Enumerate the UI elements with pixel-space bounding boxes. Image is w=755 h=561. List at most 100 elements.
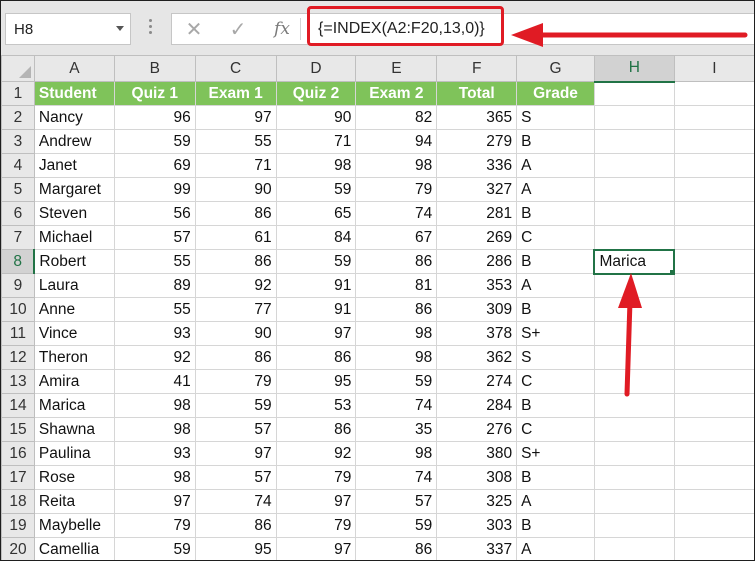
cell[interactable]: C bbox=[516, 417, 595, 442]
cell[interactable]: 59 bbox=[113, 129, 196, 154]
cell[interactable]: B bbox=[516, 129, 595, 154]
cell[interactable]: 71 bbox=[194, 153, 277, 178]
cell[interactable]: C bbox=[516, 369, 595, 394]
cell[interactable] bbox=[593, 129, 675, 154]
cell[interactable] bbox=[593, 321, 675, 346]
cell[interactable]: S+ bbox=[516, 441, 595, 466]
cell[interactable]: 81 bbox=[355, 273, 438, 298]
cell[interactable]: 67 bbox=[355, 225, 438, 250]
cell[interactable]: 337 bbox=[436, 537, 518, 560]
cell[interactable]: 86 bbox=[275, 417, 357, 442]
cell[interactable]: Anne bbox=[33, 297, 115, 322]
cell[interactable] bbox=[673, 393, 754, 418]
cell[interactable]: Vince bbox=[33, 321, 115, 346]
cell[interactable]: 96 bbox=[113, 105, 196, 130]
row-header[interactable]: 20 bbox=[1, 537, 35, 560]
cell[interactable]: 53 bbox=[275, 393, 357, 418]
row-header[interactable]: 12 bbox=[1, 345, 35, 370]
cell[interactable]: 336 bbox=[436, 153, 518, 178]
cell[interactable]: 86 bbox=[275, 345, 357, 370]
name-box[interactable]: H8 bbox=[5, 13, 131, 45]
cell[interactable]: Andrew bbox=[33, 129, 115, 154]
column-header[interactable]: G bbox=[516, 55, 595, 82]
cell[interactable]: 55 bbox=[113, 249, 196, 274]
cell[interactable] bbox=[673, 201, 754, 226]
cell[interactable]: 35 bbox=[355, 417, 438, 442]
cell[interactable]: S+ bbox=[516, 321, 595, 346]
cell[interactable]: 86 bbox=[194, 513, 277, 538]
cell[interactable] bbox=[673, 177, 754, 202]
cell[interactable]: 281 bbox=[436, 201, 518, 226]
cell[interactable]: B bbox=[516, 297, 595, 322]
cell[interactable]: 98 bbox=[355, 345, 438, 370]
cell[interactable]: 57 bbox=[113, 225, 196, 250]
cell[interactable]: 59 bbox=[355, 369, 438, 394]
cell[interactable]: 97 bbox=[194, 441, 277, 466]
cell[interactable] bbox=[673, 153, 754, 178]
cell[interactable]: 98 bbox=[355, 441, 438, 466]
cell[interactable]: 69 bbox=[113, 153, 196, 178]
cell[interactable]: Michael bbox=[33, 225, 115, 250]
cell[interactable]: 378 bbox=[436, 321, 518, 346]
cell[interactable]: Theron bbox=[33, 345, 115, 370]
cell[interactable]: A bbox=[516, 537, 595, 560]
cell[interactable]: 98 bbox=[355, 321, 438, 346]
column-header[interactable]: D bbox=[275, 55, 357, 82]
cell[interactable] bbox=[593, 345, 675, 370]
cell[interactable] bbox=[673, 129, 754, 154]
cell[interactable]: 79 bbox=[194, 369, 277, 394]
cell[interactable]: B bbox=[516, 201, 595, 226]
cell[interactable]: Marica bbox=[33, 393, 115, 418]
row-header[interactable]: 14 bbox=[1, 393, 35, 418]
cell[interactable]: 93 bbox=[113, 321, 196, 346]
cell[interactable] bbox=[673, 369, 754, 394]
row-header[interactable]: 17 bbox=[1, 465, 35, 490]
cell[interactable]: 55 bbox=[194, 129, 277, 154]
cell[interactable]: 99 bbox=[113, 177, 196, 202]
cell[interactable]: 86 bbox=[194, 345, 277, 370]
cell[interactable]: 59 bbox=[355, 513, 438, 538]
column-header[interactable]: E bbox=[355, 55, 438, 82]
cell[interactable] bbox=[593, 297, 675, 322]
row-header[interactable]: 2 bbox=[1, 105, 35, 130]
cell[interactable]: 41 bbox=[113, 369, 196, 394]
cell[interactable]: 79 bbox=[355, 177, 438, 202]
row-header[interactable]: 19 bbox=[1, 513, 35, 538]
fill-handle[interactable] bbox=[669, 268, 673, 272]
row-header[interactable]: 3 bbox=[1, 129, 35, 154]
header-cell[interactable]: Exam 2 bbox=[355, 81, 438, 106]
cell[interactable]: 86 bbox=[355, 249, 438, 274]
cell[interactable] bbox=[673, 417, 754, 442]
cell[interactable] bbox=[673, 105, 754, 130]
cell[interactable] bbox=[673, 465, 754, 490]
row-header[interactable]: 13 bbox=[1, 369, 35, 394]
row-header[interactable]: 15 bbox=[1, 417, 35, 442]
cell[interactable]: 279 bbox=[436, 129, 518, 154]
cell[interactable]: Camellia bbox=[33, 537, 115, 560]
cell[interactable]: 79 bbox=[275, 465, 357, 490]
cell[interactable] bbox=[673, 249, 754, 274]
cell[interactable]: 98 bbox=[113, 393, 196, 418]
row-header[interactable]: 1 bbox=[1, 81, 35, 106]
cell[interactable]: 308 bbox=[436, 465, 518, 490]
cell[interactable]: 97 bbox=[275, 489, 357, 514]
header-cell[interactable]: Student bbox=[33, 81, 115, 106]
cell[interactable]: 362 bbox=[436, 345, 518, 370]
cell[interactable]: Reita bbox=[33, 489, 115, 514]
cell[interactable] bbox=[673, 441, 754, 466]
cell[interactable]: 74 bbox=[355, 465, 438, 490]
cell[interactable]: 95 bbox=[275, 369, 357, 394]
cell[interactable]: 97 bbox=[194, 105, 277, 130]
cell[interactable] bbox=[593, 465, 675, 490]
row-header[interactable]: 16 bbox=[1, 441, 35, 466]
header-cell[interactable]: Total bbox=[436, 81, 518, 106]
cell[interactable]: 276 bbox=[436, 417, 518, 442]
cell[interactable]: 59 bbox=[113, 537, 196, 560]
check-icon[interactable]: ✓ bbox=[220, 14, 256, 44]
cell[interactable]: 284 bbox=[436, 393, 518, 418]
cell[interactable]: 57 bbox=[355, 489, 438, 514]
cell[interactable]: 84 bbox=[275, 225, 357, 250]
cell[interactable]: 74 bbox=[194, 489, 277, 514]
row-header[interactable]: 4 bbox=[1, 153, 35, 178]
chevron-down-icon[interactable] bbox=[116, 26, 124, 31]
